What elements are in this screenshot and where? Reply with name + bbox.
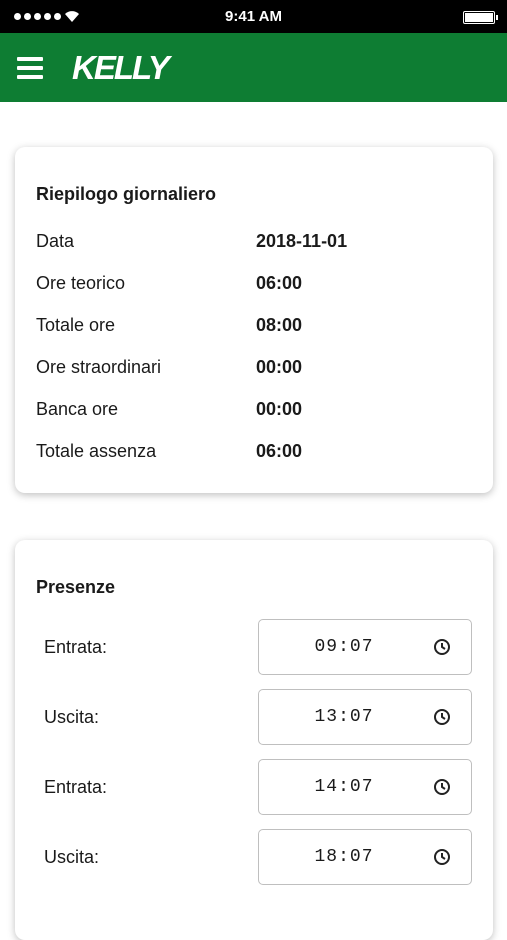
- kelly-logo: KELLY: [72, 49, 170, 86]
- time-input-entrata-2[interactable]: 14:07: [258, 759, 472, 815]
- summary-value: 00:00: [256, 399, 303, 419]
- time-input-entrata-1[interactable]: 09:07: [258, 619, 472, 675]
- summary-label: Totale assenza: [36, 441, 157, 461]
- summary-value: 06:00: [256, 273, 303, 293]
- summary-row-banca-ore: Banca ore 00:00: [36, 399, 476, 423]
- presence-row-entrata-2: Entrata: 14:07: [44, 759, 474, 815]
- presence-title: Presenze: [36, 577, 116, 597]
- time-input-uscita-1[interactable]: 13:07: [258, 689, 472, 745]
- presence-label: Entrata:: [44, 777, 108, 797]
- summary-label: Banca ore: [36, 399, 119, 419]
- summary-row-ore-teorico: Ore teorico 06:00: [36, 273, 476, 297]
- summary-title: Riepilogo giornaliero: [36, 184, 217, 204]
- daily-summary-card: Riepilogo giornaliero Data 2018-11-01 Or…: [15, 147, 493, 493]
- clock-icon[interactable]: [433, 778, 451, 796]
- presence-label: Uscita:: [44, 707, 100, 727]
- clock-icon[interactable]: [433, 638, 451, 656]
- time-value: 18:07: [314, 847, 374, 867]
- time-input-uscita-2[interactable]: 18:07: [258, 829, 472, 885]
- summary-label: Data: [36, 231, 75, 251]
- summary-row-totale-assenza: Totale assenza 06:00: [36, 441, 476, 465]
- presence-card: Presenze Entrata: 09:07 Uscita: 13:07 En…: [15, 540, 493, 940]
- summary-row-ore-straordinari: Ore straordinari 00:00: [36, 357, 476, 381]
- summary-value: 08:00: [256, 315, 303, 335]
- summary-value: 2018-11-01: [256, 231, 348, 251]
- summary-row-data: Data 2018-11-01: [36, 231, 476, 255]
- clock-icon[interactable]: [433, 848, 451, 866]
- summary-label: Ore straordinari: [36, 357, 162, 377]
- summary-value: 00:00: [256, 357, 303, 377]
- summary-row-totale-ore: Totale ore 08:00: [36, 315, 476, 339]
- time-value: 09:07: [314, 637, 374, 657]
- presence-row-uscita-1: Uscita: 13:07: [44, 689, 474, 745]
- summary-label: Ore teorico: [36, 273, 126, 293]
- status-bar: 9:41 AM: [0, 0, 507, 33]
- hamburger-menu-icon[interactable]: [17, 57, 43, 79]
- presence-row-entrata-1: Entrata: 09:07: [44, 619, 474, 675]
- presence-label: Entrata:: [44, 637, 108, 657]
- clock-icon[interactable]: [433, 708, 451, 726]
- app-header: KELLY: [0, 33, 507, 102]
- summary-value: 06:00: [256, 441, 303, 461]
- time-value: 14:07: [314, 777, 374, 797]
- summary-label: Totale ore: [36, 315, 116, 335]
- battery-icon: [463, 11, 498, 24]
- status-time: 9:41 AM: [225, 8, 282, 25]
- time-value: 13:07: [314, 707, 374, 727]
- presence-label: Uscita:: [44, 847, 100, 867]
- presence-row-uscita-2: Uscita: 18:07: [44, 829, 474, 885]
